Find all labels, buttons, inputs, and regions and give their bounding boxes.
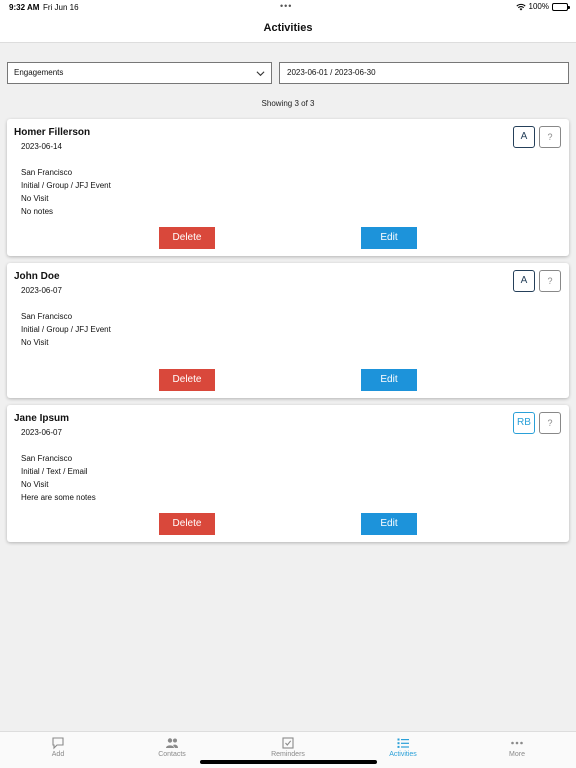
edit-button[interactable]: Edit — [361, 369, 417, 391]
edit-button[interactable]: Edit — [361, 513, 417, 535]
activity-location: San Francisco — [21, 168, 73, 177]
assignee-badge[interactable]: RB — [513, 412, 535, 434]
status-date: Fri Jun 16 — [43, 3, 79, 12]
contact-name: Homer Fillerson — [14, 127, 91, 138]
tab-label: More — [509, 751, 525, 758]
tab-contacts[interactable]: Contacts — [142, 732, 202, 768]
filters-row: Engagements 2023-06-01 / 2023-06-30 — [7, 62, 569, 84]
contact-name: Jane Ipsum — [14, 413, 70, 424]
activity-visit: No Visit — [21, 338, 49, 347]
battery-percent: 100% — [528, 2, 549, 11]
activity-card: Homer Fillerson 2023-06-14 San Francisco… — [7, 119, 569, 256]
activity-details: San Francisco Initial / Group / JFJ Even… — [21, 310, 111, 349]
checkbox-icon — [282, 737, 294, 749]
activity-type-value: Engagements — [14, 68, 64, 77]
people-icon — [166, 738, 178, 748]
navigation-bar: Activities — [0, 14, 576, 43]
tab-activities[interactable]: Activities — [373, 732, 433, 768]
chevron-down-icon — [256, 71, 265, 77]
battery-icon — [552, 2, 570, 11]
tab-label: Add — [51, 751, 65, 758]
status-time: 9:32 AM — [9, 3, 40, 12]
list-icon — [397, 738, 409, 748]
assignee-badge[interactable]: A — [513, 270, 535, 292]
more-dots-icon — [511, 741, 523, 745]
activity-date: 2023-06-14 — [21, 142, 62, 151]
status-right: 100% — [515, 2, 570, 11]
delete-button[interactable]: Delete — [159, 513, 215, 535]
activity-date: 2023-06-07 — [21, 286, 62, 295]
activity-notes: Here are some notes — [21, 493, 96, 502]
edit-button[interactable]: Edit — [361, 227, 417, 249]
status-bar: 9:32 AM Fri Jun 16 ••• 100% — [0, 0, 576, 14]
delete-button[interactable]: Delete — [159, 369, 215, 391]
activity-location: San Francisco — [21, 312, 73, 321]
status-badge[interactable]: ? — [539, 270, 561, 292]
activity-details: San Francisco Initial / Text / Email No … — [21, 452, 96, 504]
contact-name: John Doe — [14, 271, 60, 282]
assignee-badge[interactable]: A — [513, 126, 535, 148]
activity-visit: No Visit — [21, 480, 49, 489]
page-title: Activities — [263, 22, 313, 34]
tab-label: Activities — [389, 751, 417, 758]
activity-location: San Francisco — [21, 454, 73, 463]
wifi-icon — [515, 3, 526, 10]
activity-card: John Doe 2023-06-07 San Francisco Initia… — [7, 263, 569, 398]
activity-type-select[interactable]: Engagements — [7, 62, 272, 84]
multitask-dots-icon[interactable]: ••• — [280, 1, 292, 11]
activity-type: Initial / Group / JFJ Event — [21, 325, 111, 334]
tab-add[interactable]: Add — [28, 732, 88, 768]
activity-type: Initial / Group / JFJ Event — [21, 181, 111, 190]
activity-details: San Francisco Initial / Group / JFJ Even… — [21, 166, 111, 218]
tab-more[interactable]: More — [487, 732, 547, 768]
activity-notes: No notes — [21, 207, 54, 216]
chat-bubble-icon — [52, 737, 64, 750]
tab-label: Contacts — [158, 751, 186, 758]
date-range-field[interactable]: 2023-06-01 / 2023-06-30 — [279, 62, 569, 84]
status-badge[interactable]: ? — [539, 412, 561, 434]
status-badge[interactable]: ? — [539, 126, 561, 148]
tab-label: Reminders — [271, 751, 305, 758]
activity-type: Initial / Text / Email — [21, 467, 88, 476]
activity-date: 2023-06-07 — [21, 428, 62, 437]
home-indicator[interactable] — [200, 760, 377, 764]
activity-visit: No Visit — [21, 194, 49, 203]
results-count: Showing 3 of 3 — [261, 99, 315, 108]
delete-button[interactable]: Delete — [159, 227, 215, 249]
activity-card: Jane Ipsum 2023-06-07 San Francisco Init… — [7, 405, 569, 542]
date-range-value: 2023-06-01 / 2023-06-30 — [287, 68, 376, 77]
